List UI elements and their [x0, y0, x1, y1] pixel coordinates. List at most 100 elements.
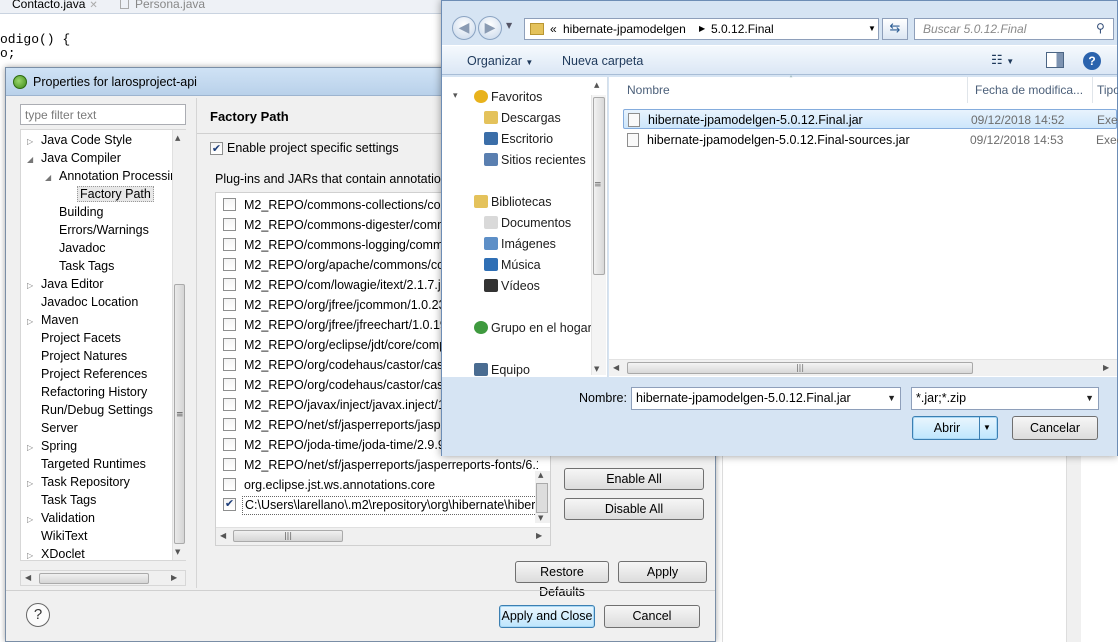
view-options-icon[interactable]: ☷ ▼	[991, 52, 1014, 68]
editor-tab-contacto[interactable]: Contacto.java ✕	[12, 0, 98, 11]
jar-checkbox[interactable]	[223, 318, 236, 331]
tree-hscroll-thumb[interactable]	[39, 573, 149, 584]
file-list-hscrollbar[interactable]: ◀ ||| ▶	[609, 359, 1117, 376]
new-folder-button[interactable]: Nueva carpeta	[562, 54, 643, 68]
jar-checkbox[interactable]	[223, 358, 236, 371]
tree-horizontal-scrollbar[interactable]: ◀ ▶	[20, 570, 186, 586]
file-row[interactable]: hibernate-jpamodelgen-5.0.12.Final.jar 09…	[623, 109, 1118, 129]
nav-item[interactable]: Equipo	[474, 360, 530, 380]
scroll-left-icon[interactable]: ◀	[220, 531, 226, 540]
tree-item[interactable]: ▷ Task Repository	[27, 473, 130, 491]
tree-item[interactable]: ▷ Spring	[27, 437, 77, 455]
tree-item[interactable]: ▷ Java Code Style	[27, 131, 132, 149]
cancel-button[interactable]: Cancelar	[1012, 416, 1098, 440]
tree-item[interactable]: Factory Path	[63, 185, 154, 203]
nav-item[interactable]: Imágenes	[484, 234, 556, 254]
jar-checkbox[interactable]	[223, 238, 236, 251]
scroll-up-icon[interactable]: ▲	[538, 471, 543, 479]
enable-all-button[interactable]: Enable All	[564, 468, 704, 490]
jar-row[interactable]: ✔ C:\Users\larellano\.m2\repository\org\h…	[216, 495, 538, 515]
expanded-arrow-icon[interactable]: ◢	[45, 169, 55, 187]
filter-input[interactable]: type filter text	[20, 104, 186, 125]
search-input[interactable]: Buscar 5.0.12.Final	[914, 18, 1114, 40]
nav-item[interactable]: Documentos	[484, 213, 571, 233]
jar-checkbox[interactable]	[223, 418, 236, 431]
disable-all-button[interactable]: Disable All	[564, 498, 704, 520]
tree-item[interactable]: Task Tags	[27, 491, 96, 509]
jar-checkbox[interactable]	[223, 338, 236, 351]
scroll-left-icon[interactable]: ◀	[613, 363, 619, 372]
jar-scroll-thumb[interactable]	[536, 483, 548, 513]
jar-checkbox[interactable]	[223, 458, 236, 471]
tree-vertical-scrollbar[interactable]: ▲ ≡ ▼	[172, 130, 186, 560]
scroll-right-icon[interactable]: ▶	[536, 531, 542, 540]
tree-item[interactable]: ▷ XDoclet	[27, 545, 85, 563]
refresh-icon[interactable]: ⇆	[882, 18, 908, 40]
scroll-up-icon[interactable]: ▲	[175, 134, 180, 142]
tree-item[interactable]: ◢ Java Compiler	[27, 149, 121, 167]
tree-item[interactable]: ▷ Validation	[27, 509, 95, 527]
search-icon[interactable]: ⚲	[1096, 21, 1105, 35]
jar-list-hscrollbar[interactable]: ◀ ||| ▶	[216, 527, 550, 545]
nav-scrollbar[interactable]: ▲ ≡ ▼	[591, 81, 606, 375]
nav-item[interactable]: Favoritos	[474, 87, 542, 107]
breadcrumb-overflow[interactable]: «	[550, 19, 557, 39]
jar-checkbox[interactable]	[223, 258, 236, 271]
background-scrollbar[interactable]	[1066, 456, 1081, 642]
column-type-header[interactable]: Tipo	[1097, 83, 1118, 97]
jar-hscroll-thumb[interactable]: |||	[233, 530, 343, 542]
tree-item[interactable]: Run/Debug Settings	[27, 401, 153, 419]
enable-project-checkbox[interactable]: ✔	[210, 142, 223, 155]
jar-checkbox[interactable]	[223, 378, 236, 391]
tree-item[interactable]: Building	[45, 203, 103, 221]
tree-item[interactable]: Project Facets	[27, 329, 121, 347]
tree-item[interactable]: ▷ Maven	[27, 311, 79, 329]
chevron-right-icon[interactable]: ▶	[699, 19, 705, 39]
restore-defaults-button[interactable]: Restore Defaults	[515, 561, 609, 599]
breadcrumb-item[interactable]: 5.0.12.Final	[711, 19, 774, 39]
jar-checkbox[interactable]	[223, 398, 236, 411]
tree-item[interactable]: Refactoring History	[27, 383, 147, 401]
help-button[interactable]: ?	[26, 603, 50, 627]
jar-checkbox[interactable]	[223, 478, 236, 491]
address-bar[interactable]: « hibernate-jpamodelgen ▶ 5.0.12.Final ▼	[524, 18, 879, 40]
tree-item[interactable]: Javadoc	[45, 239, 106, 257]
file-hscroll-thumb[interactable]: |||	[627, 362, 973, 374]
jar-checkbox[interactable]	[223, 278, 236, 291]
expanded-arrow-icon[interactable]: ◢	[27, 151, 37, 169]
tree-item[interactable]: ▷ Java Editor	[27, 275, 104, 293]
column-date-header[interactable]: Fecha de modifica...	[975, 83, 1083, 97]
tree-item[interactable]: Project Natures	[27, 347, 127, 365]
apply-and-close-button[interactable]: Apply and Close	[499, 605, 595, 628]
tree-item[interactable]: ◢ Annotation Processin	[45, 167, 177, 185]
chevron-down-icon[interactable]: ▼	[1085, 388, 1094, 409]
chevron-down-icon[interactable]: ▼	[868, 19, 876, 39]
tree-item[interactable]: Errors/Warnings	[45, 221, 149, 239]
scroll-left-icon[interactable]: ◀	[25, 573, 31, 582]
expanded-arrow-icon[interactable]: ▾	[453, 91, 458, 101]
nav-item[interactable]: Vídeos	[484, 276, 540, 296]
open-button[interactable]: Abrir ▼	[912, 416, 998, 440]
recent-locations-icon[interactable]: ▼	[506, 21, 512, 30]
scroll-down-icon[interactable]: ▼	[538, 514, 543, 522]
breadcrumb-item[interactable]: hibernate-jpamodelgen	[563, 19, 686, 39]
column-name-header[interactable]: Nombre	[627, 83, 670, 97]
chevron-down-icon[interactable]: ▼	[983, 417, 991, 439]
preview-pane-icon[interactable]	[1046, 52, 1064, 68]
filetype-select[interactable]: *.jar;*.zip ▼	[911, 387, 1099, 410]
forward-icon[interactable]: ▶	[478, 16, 502, 40]
tree-item[interactable]: Task Tags	[45, 257, 114, 275]
jar-row[interactable]: M2_REPO/net/sf/jasperreports/jasperrepor…	[216, 455, 538, 475]
scroll-right-icon[interactable]: ▶	[1103, 363, 1109, 372]
organize-menu[interactable]: Organizar ▼	[467, 54, 533, 68]
tree-item[interactable]: Project References	[27, 365, 147, 383]
nav-item[interactable]: Música	[484, 255, 541, 275]
file-row[interactable]: hibernate-jpamodelgen-5.0.12.Final-sourc…	[623, 130, 1118, 150]
collapsed-arrow-icon[interactable]: ▷	[27, 547, 37, 565]
cancel-button[interactable]: Cancel	[604, 605, 700, 628]
filename-input[interactable]: hibernate-jpamodelgen-5.0.12.Final.jar ▼	[631, 387, 901, 410]
jar-checkbox[interactable]	[223, 438, 236, 451]
tree-item[interactable]: Server	[27, 419, 78, 437]
jar-checkbox[interactable]	[223, 298, 236, 311]
back-icon[interactable]: ◀	[452, 16, 476, 40]
